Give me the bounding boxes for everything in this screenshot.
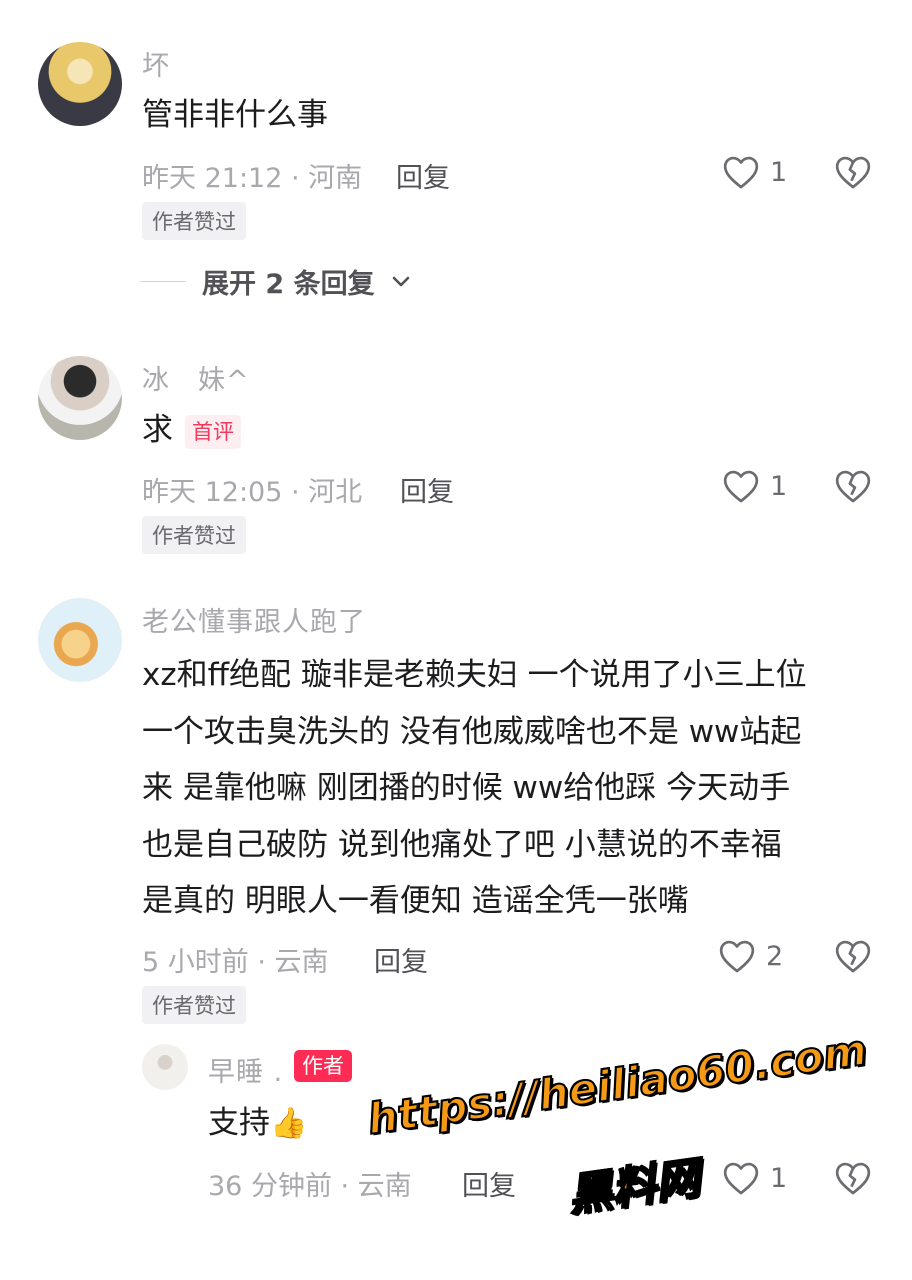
avatar[interactable]	[142, 1044, 188, 1090]
watermark-url: https://heiliao60.com	[364, 1024, 871, 1145]
like-button[interactable]: 1	[722, 154, 787, 190]
heart-outline-icon	[723, 470, 759, 503]
heart-outline-icon	[723, 156, 759, 189]
first-comment-tag: 首评	[185, 414, 241, 449]
broken-heart-icon[interactable]	[834, 468, 872, 504]
like-button[interactable]: 1	[722, 1160, 787, 1196]
comment-meta: 昨天 21:12 · 河南	[142, 163, 363, 194]
avatar[interactable]	[38, 356, 122, 440]
expand-replies-button[interactable]: 展开 2 条回复	[140, 262, 411, 301]
expand-replies-label: 展开 2 条回复	[202, 269, 375, 300]
author-liked-badge: 作者赞过	[142, 202, 246, 240]
like-count: 1	[770, 470, 788, 502]
like-button[interactable]: 1	[722, 468, 787, 504]
comment-username[interactable]: 坏	[142, 44, 170, 83]
author-tag: 作者	[294, 1050, 352, 1082]
like-count: 1	[770, 1162, 788, 1194]
reply-button[interactable]: 回复	[396, 156, 450, 195]
watermark-name: 黑料网	[564, 1152, 704, 1223]
comment-text-line: 是真的 明眼人一看便知 造谣全凭一张嘴	[142, 883, 689, 919]
comment-meta: 昨天 12:05 · 河北	[142, 477, 363, 508]
reply-text: 支持	[208, 1105, 270, 1141]
avatar[interactable]	[38, 598, 122, 682]
comment-text-line: 来 是靠他嘛 刚团播的时候 ww给他踩 今天动手	[142, 770, 791, 806]
thumbs-up-icon: 👍	[270, 1106, 308, 1141]
heart-outline-icon	[719, 940, 755, 973]
comment-meta: 5 小时前 · 云南	[142, 947, 329, 978]
comment-text-line: 一个攻击臭洗头的 没有他威威啥也不是 ww站起	[142, 714, 802, 750]
divider	[140, 281, 186, 282]
broken-heart-icon[interactable]	[834, 938, 872, 974]
heart-outline-icon	[723, 1162, 759, 1195]
avatar[interactable]	[38, 42, 122, 126]
comment-text-row: 求首评	[142, 403, 241, 457]
comment-username[interactable]: 冰 妹^	[142, 358, 250, 397]
like-button[interactable]: 2	[718, 938, 783, 974]
reply-meta: 36 分钟前 · 云南	[208, 1171, 412, 1202]
author-liked-badge: 作者赞过	[142, 516, 246, 554]
comment-text-line: 也是自己破防 说到他痛处了吧 小慧说的不幸福	[142, 827, 782, 863]
broken-heart-icon[interactable]	[834, 1160, 872, 1196]
author-liked-badge: 作者赞过	[142, 986, 246, 1024]
like-count: 2	[766, 940, 784, 972]
reply-text-row: 支持👍	[208, 1096, 307, 1151]
like-count: 1	[770, 156, 788, 188]
reply-button[interactable]: 回复	[462, 1164, 516, 1203]
comment-text: 管非非什么事	[142, 97, 328, 133]
reply-button[interactable]: 回复	[374, 940, 428, 979]
comment-username[interactable]: 老公懂事跟人跑了	[142, 600, 366, 639]
comment-text: 求	[142, 412, 173, 448]
broken-heart-icon[interactable]	[834, 154, 872, 190]
comment-text-line: xz和ff绝配 璇非是老赖夫妇 一个说用了小三上位	[142, 657, 807, 693]
reply-username[interactable]: 早睡 .	[208, 1050, 283, 1089]
reply-button[interactable]: 回复	[400, 470, 454, 509]
chevron-down-icon	[392, 276, 409, 286]
